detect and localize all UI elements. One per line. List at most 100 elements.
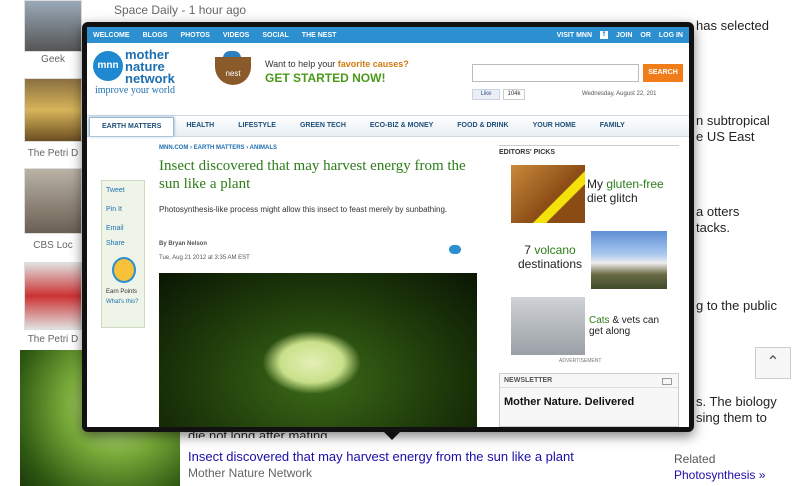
nav-earth-matters[interactable]: EARTH MATTERS: [89, 117, 175, 136]
bg-caption: The Petri D: [27, 334, 79, 345]
pin-it-button[interactable]: Pin It: [102, 206, 144, 213]
whats-this-link[interactable]: What's this?: [102, 299, 144, 305]
nav-eco-biz-money[interactable]: ECO-BIZ & MONEY: [358, 116, 445, 136]
nav-food-drink[interactable]: FOOD & DRINK: [445, 116, 520, 136]
nav-family[interactable]: FAMILY: [588, 116, 637, 136]
comment-icon[interactable]: [449, 245, 461, 254]
related-label: Related: [674, 452, 716, 466]
topbar-link[interactable]: PHOTOS: [180, 32, 209, 39]
causes-prompt: Want to help your favorite causes?: [265, 59, 409, 69]
page-preview-popup[interactable]: WELCOME BLOGS PHOTOS VIDEOS SOCIAL THE N…: [82, 22, 694, 432]
editors-pick[interactable]: My gluten-free diet glitch: [511, 165, 665, 223]
article-photo: [159, 273, 477, 427]
tweet-button[interactable]: Tweet: [102, 187, 144, 194]
advertisement-label: ADVERTISEMENT: [559, 358, 602, 364]
bg-fragment-top: has selected: [696, 18, 769, 33]
related-link[interactable]: Photosynthesis »: [674, 468, 765, 482]
pick-title: 7 volcano destinations: [511, 243, 589, 271]
double-chevron-up-icon: ⌃: [766, 354, 780, 371]
bg-fragment: tacks.: [696, 220, 730, 235]
facebook-like-button[interactable]: Like: [472, 89, 500, 100]
site-topbar: WELCOME BLOGS PHOTOS VIDEOS SOCIAL THE N…: [87, 27, 689, 43]
pick-suffix: diet glitch: [587, 191, 638, 205]
bg-thumbnail[interactable]: [24, 262, 82, 330]
bg-caption: CBS Loc: [33, 240, 73, 251]
editors-pick[interactable]: Cats & vets can get along: [511, 297, 665, 355]
editors-picks-heading: EDITORS' PICKS: [499, 145, 679, 156]
nav-green-tech[interactable]: GREEN TECH: [288, 116, 358, 136]
pick-emphasis: Cats: [589, 315, 610, 326]
join-link[interactable]: JOIN: [616, 32, 632, 39]
nav-health[interactable]: HEALTH: [174, 116, 226, 136]
bread-caution-image: [511, 165, 585, 223]
bg-fragment: g to the public: [696, 298, 777, 313]
bg-thumbnail[interactable]: [24, 78, 82, 142]
topbar-right: VISIT MNN f JOIN OR LOG IN: [557, 31, 683, 39]
topbar-link[interactable]: SOCIAL: [262, 32, 288, 39]
topbar-link[interactable]: BLOGS: [143, 32, 168, 39]
causes-emphasis: favorite causes?: [337, 59, 409, 69]
pick-suffix: destinations: [517, 257, 583, 271]
mnn-logo-icon[interactable]: mnn: [93, 51, 123, 81]
bg-fragment: n subtropical: [696, 113, 770, 128]
topbar-link[interactable]: VIDEOS: [223, 32, 249, 39]
top-source-line: Space Daily - 1 hour ago: [114, 3, 247, 17]
logo-line: network: [125, 71, 175, 86]
bg-caption: Geek: [41, 54, 65, 65]
cat-carrier-image: [511, 297, 585, 355]
topbar-link[interactable]: WELCOME: [93, 32, 130, 39]
facebook-icon[interactable]: f: [600, 31, 609, 39]
result-source: Mother Nature Network: [188, 466, 313, 480]
get-started-link[interactable]: GET STARTED NOW!: [265, 71, 385, 85]
article-date: Tue, Aug 21 2012 at 3:35 AM EST: [159, 255, 250, 261]
pick-prefix: 7: [524, 243, 531, 257]
pick-prefix: My: [587, 177, 603, 191]
main-nav: EARTH MATTERS HEALTH LIFESTYLE GREEN TEC…: [87, 115, 689, 137]
mnn-site-preview: WELCOME BLOGS PHOTOS VIDEOS SOCIAL THE N…: [87, 27, 689, 427]
share-button[interactable]: Share: [102, 240, 144, 247]
login-link[interactable]: LOG IN: [659, 32, 683, 39]
search-input[interactable]: [472, 64, 639, 82]
newsletter-title: NEWSLETTER: [500, 374, 678, 388]
bg-fragment: a otters: [696, 204, 740, 219]
topbar-link[interactable]: THE NEST: [302, 32, 337, 39]
article-headline: Insect discovered that may harvest energ…: [159, 158, 466, 192]
like-count: 104k: [503, 89, 525, 100]
bg-fragment: s. The biology: [696, 394, 777, 409]
scroll-top-button[interactable]: ⌃: [755, 347, 791, 379]
editors-pick[interactable]: 7 volcano destinations: [511, 231, 667, 289]
pick-title: Cats & vets can get along: [589, 315, 669, 337]
tagline: improve your world: [95, 85, 175, 96]
search-button[interactable]: SEARCH: [643, 64, 683, 82]
points-badge-icon[interactable]: [112, 257, 136, 283]
result-link[interactable]: Insect discovered that may harvest energ…: [188, 449, 574, 464]
bg-thumbnail[interactable]: [24, 168, 82, 234]
breadcrumb[interactable]: MNN.COM › EARTH MATTERS › ANIMALS: [159, 145, 277, 151]
email-button[interactable]: Email: [102, 225, 144, 232]
site-date: Wednesday, August 22, 201: [582, 91, 657, 97]
earn-points-label: Earn Points: [106, 289, 138, 295]
top-time: 1 hour ago: [188, 3, 247, 17]
pick-emphasis: volcano: [534, 243, 576, 257]
newsletter-subtitle: Mother Nature. Delivered: [504, 396, 635, 408]
visit-mnn-link[interactable]: VISIT MNN: [557, 32, 592, 39]
site-logo-text[interactable]: mother nature network: [125, 48, 175, 86]
article-dek: Photosynthesis-like process might allow …: [159, 205, 448, 214]
bg-fragment: e US East: [696, 129, 755, 144]
bg-caption: The Petri D: [27, 148, 79, 159]
mail-icon: [662, 378, 672, 385]
nav-lifestyle[interactable]: LIFESTYLE: [226, 116, 288, 136]
article-byline: By Bryan Nelson: [159, 241, 208, 247]
bg-fragment: sing them to: [696, 410, 767, 425]
top-source: Space Daily: [114, 3, 179, 17]
editors-picks-sidebar: EDITORS' PICKS My gluten-free diet glitc…: [499, 145, 679, 427]
popup-pointer: [382, 430, 402, 440]
or-text: OR: [640, 31, 651, 39]
share-bar: Tweet Pin It Email Share Earn Points Wha…: [101, 180, 145, 328]
nav-your-home[interactable]: YOUR HOME: [521, 116, 588, 136]
bg-thumbnail[interactable]: [24, 0, 82, 52]
newsletter-box: NEWSLETTER Mother Nature. Delivered: [499, 373, 679, 427]
nest-logo[interactable]: nest: [215, 57, 251, 85]
causes-prefix: Want to help your: [265, 59, 336, 69]
pick-emphasis: gluten-free: [606, 177, 664, 191]
